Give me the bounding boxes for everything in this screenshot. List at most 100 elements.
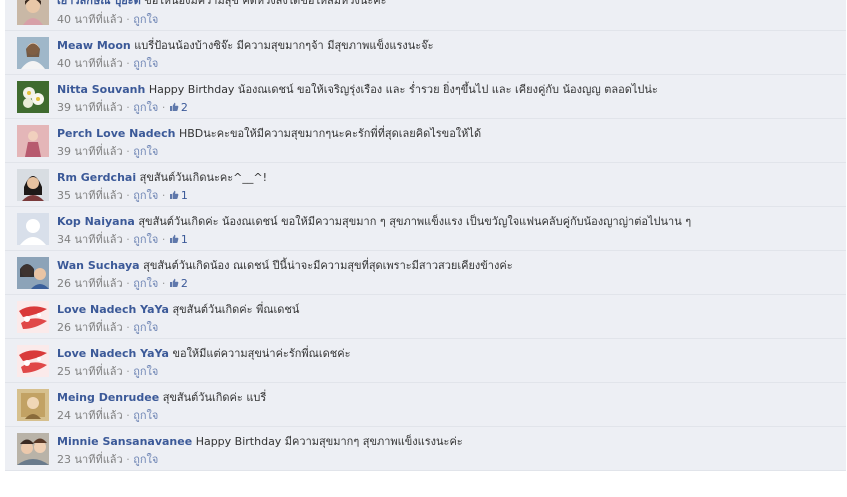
meta-separator: · bbox=[122, 365, 134, 378]
like-link[interactable]: ถูกใจ bbox=[133, 409, 158, 422]
like-link[interactable]: ถูกใจ bbox=[133, 101, 158, 114]
comment-timestamp[interactable]: 26 นาทีที่แล้ว bbox=[57, 277, 123, 290]
photo-woman-icon[interactable] bbox=[17, 0, 49, 25]
comment-item: Love Nadech YaYa ขอให้มีแต่ความสุขน่าค่ะ… bbox=[5, 339, 846, 383]
comment-body: Nitta Souvanh Happy Birthday น้องณเดชน์ … bbox=[57, 83, 658, 97]
comment-text: ขอให้น้องมีความสุข คิดหวังสิ่งใดขอให้สมห… bbox=[144, 0, 387, 7]
comment-author-link[interactable]: Meaw Moon bbox=[57, 39, 131, 52]
comment-body: Rm Gerdchai สุขสันต์วันเกิดนะคะ^__^! bbox=[57, 171, 267, 185]
comment-author-link[interactable]: Perch Love Nadech bbox=[57, 127, 175, 140]
comment-timestamp[interactable]: 25 นาทีที่แล้ว bbox=[57, 365, 123, 378]
like-link[interactable]: ถูกใจ bbox=[133, 189, 158, 202]
comment-item: Meaw Moon แบรี่ป้อนน้องบ้างซิจ๊ะ มีความส… bbox=[5, 31, 846, 75]
comment-timestamp[interactable]: 24 นาทีที่แล้ว bbox=[57, 409, 123, 422]
comment-meta: 39 นาทีที่แล้ว · ถูกใจ bbox=[57, 145, 158, 159]
comment-author-link[interactable]: Kop Naiyana bbox=[57, 215, 135, 228]
like-count[interactable]: 2 bbox=[169, 101, 188, 114]
like-count-number: 2 bbox=[180, 101, 188, 114]
comment-author-link[interactable]: Love Nadech YaYa bbox=[57, 303, 169, 316]
meta-separator: · bbox=[122, 321, 134, 334]
comment-author-link[interactable]: Wan Suchaya bbox=[57, 259, 140, 272]
meta-separator: · bbox=[158, 101, 169, 114]
comment-meta: 40 นาทีที่แล้ว · ถูกใจ bbox=[57, 13, 158, 27]
like-link[interactable]: ถูกใจ bbox=[133, 13, 158, 26]
photo-couple-icon[interactable] bbox=[17, 257, 49, 289]
like-count-number: 1 bbox=[180, 233, 188, 246]
like-link[interactable]: ถูกใจ bbox=[133, 233, 158, 246]
comment-text: HBDนะคะขอให้มีความสุขมากๆนะคะรักพี่ที่สุ… bbox=[178, 127, 482, 140]
comment-text: สุขสันต์วันเกิดค่ะ พี่ณเดชน์ bbox=[172, 303, 300, 316]
comment-timestamp[interactable]: 40 นาทีที่แล้ว bbox=[57, 57, 123, 70]
photo-portrait-icon[interactable] bbox=[17, 37, 49, 69]
comment-meta: 24 นาทีที่แล้ว · ถูกใจ bbox=[57, 409, 158, 423]
like-link[interactable]: ถูกใจ bbox=[133, 57, 158, 70]
comment-item: Wan Suchaya สุขสันต์วันเกิดน้อง ณเดชน์ ป… bbox=[5, 251, 846, 295]
meta-separator: · bbox=[158, 277, 169, 290]
comment-body: Meing Denrudee สุขสันต์วันเกิดค่ะ แบรี่ bbox=[57, 391, 266, 405]
like-link[interactable]: ถูกใจ bbox=[133, 453, 158, 466]
meta-separator: · bbox=[122, 453, 134, 466]
comment-item: Love Nadech YaYa สุขสันต์วันเกิดค่ะ พี่ณ… bbox=[5, 295, 846, 339]
thumbs-up-icon bbox=[169, 277, 181, 290]
comment-text: Happy Birthday มีความสุขมากๆ สุขภาพแข็งแ… bbox=[195, 435, 463, 448]
photo-friends-icon[interactable] bbox=[17, 433, 49, 465]
comment-item: Rm Gerdchai สุขสันต์วันเกิดนะคะ^__^! 35 น… bbox=[5, 163, 846, 207]
comment-timestamp[interactable]: 39 นาทีที่แล้ว bbox=[57, 145, 123, 158]
like-count-number: 1 bbox=[180, 189, 188, 202]
comment-body: Wan Suchaya สุขสันต์วันเกิดน้อง ณเดชน์ ป… bbox=[57, 259, 513, 273]
comment-item: Meing Denrudee สุขสันต์วันเกิดค่ะ แบรี่ 2… bbox=[5, 383, 846, 427]
comment-author-link[interactable]: Love Nadech YaYa bbox=[57, 347, 169, 360]
comment-text: สุขสันต์วันเกิดค่ะ น้องณเดชน์ ขอให้มีควา… bbox=[138, 215, 692, 228]
comment-meta: 25 นาทีที่แล้ว · ถูกใจ bbox=[57, 365, 158, 379]
thumbs-up-icon bbox=[169, 233, 181, 246]
page-bottom bbox=[0, 478, 847, 497]
comment-body: Love Nadech YaYa สุขสันต์วันเกิดค่ะ พี่ณ… bbox=[57, 303, 299, 317]
meta-separator: · bbox=[122, 277, 134, 290]
comment-meta: 23 นาทีที่แล้ว · ถูกใจ bbox=[57, 453, 158, 467]
comment-timestamp[interactable]: 35 นาทีที่แล้ว bbox=[57, 189, 123, 202]
comment-author-link[interactable]: เยาวลักษณ์ ปุยะติ bbox=[57, 0, 141, 7]
like-count[interactable]: 2 bbox=[169, 277, 188, 290]
like-count[interactable]: 1 bbox=[169, 189, 188, 202]
like-count[interactable]: 1 bbox=[169, 233, 188, 246]
comment-author-link[interactable]: Nitta Souvanh bbox=[57, 83, 145, 96]
flower-icon[interactable] bbox=[17, 81, 49, 113]
meta-separator: · bbox=[122, 145, 134, 158]
meta-separator: · bbox=[122, 189, 134, 202]
comment-text: ขอให้มีแต่ความสุขน่าค่ะรักพี่ณเดชค่ะ bbox=[172, 347, 351, 360]
default-avatar-icon[interactable] bbox=[17, 213, 49, 245]
comment-author-link[interactable]: Meing Denrudee bbox=[57, 391, 159, 404]
comment-author-link[interactable]: Minnie Sansanavanee bbox=[57, 435, 192, 448]
comment-meta: 34 นาทีที่แล้ว · ถูกใจ · 1 bbox=[57, 233, 188, 247]
comment-text: แบรี่ป้อนน้องบ้างซิจ๊ะ มีความสุขมากๆจ้า … bbox=[134, 39, 434, 52]
comment-item: Perch Love Nadech HBDนะคะขอให้มีความสุขม… bbox=[5, 119, 846, 163]
comment-item: Minnie Sansanavanee Happy Birthday มีควา… bbox=[5, 427, 846, 471]
comment-timestamp[interactable]: 34 นาทีที่แล้ว bbox=[57, 233, 123, 246]
comment-timestamp[interactable]: 40 นาทีที่แล้ว bbox=[57, 13, 123, 26]
cartoon-red-icon[interactable] bbox=[17, 301, 49, 333]
photo-woman-dark-icon[interactable] bbox=[17, 169, 49, 201]
like-link[interactable]: ถูกใจ bbox=[133, 365, 158, 378]
comment-body: Love Nadech YaYa ขอให้มีแต่ความสุขน่าค่ะ… bbox=[57, 347, 351, 361]
comment-body: เยาวลักษณ์ ปุยะติ ขอให้น้องมีความสุข คิด… bbox=[57, 0, 387, 8]
meta-separator: · bbox=[122, 57, 134, 70]
meta-separator: · bbox=[158, 189, 169, 202]
comment-body: Perch Love Nadech HBDนะคะขอให้มีความสุขม… bbox=[57, 127, 481, 141]
comment-timestamp[interactable]: 23 นาทีที่แล้ว bbox=[57, 453, 123, 466]
cartoon-red-icon[interactable] bbox=[17, 345, 49, 377]
comment-item: Kop Naiyana สุขสันต์วันเกิดค่ะ น้องณเดชน… bbox=[5, 207, 846, 251]
comment-timestamp[interactable]: 26 นาทีที่แล้ว bbox=[57, 321, 123, 334]
comment-list: เยาวลักษณ์ ปุยะติ ขอให้น้องมีความสุข คิด… bbox=[5, 0, 846, 478]
like-link[interactable]: ถูกใจ bbox=[133, 145, 158, 158]
meta-separator: · bbox=[122, 233, 134, 246]
photo-tan-icon[interactable] bbox=[17, 389, 49, 421]
photo-pink-icon[interactable] bbox=[17, 125, 49, 157]
comment-text: สุขสันต์วันเกิดค่ะ แบรี่ bbox=[162, 391, 267, 404]
like-link[interactable]: ถูกใจ bbox=[133, 277, 158, 290]
comment-author-link[interactable]: Rm Gerdchai bbox=[57, 171, 136, 184]
like-link[interactable]: ถูกใจ bbox=[133, 321, 158, 334]
comment-timestamp[interactable]: 39 นาทีที่แล้ว bbox=[57, 101, 123, 114]
like-count-number: 2 bbox=[180, 277, 188, 290]
meta-separator: · bbox=[122, 409, 134, 422]
comment-body: Kop Naiyana สุขสันต์วันเกิดค่ะ น้องณเดชน… bbox=[57, 215, 691, 229]
